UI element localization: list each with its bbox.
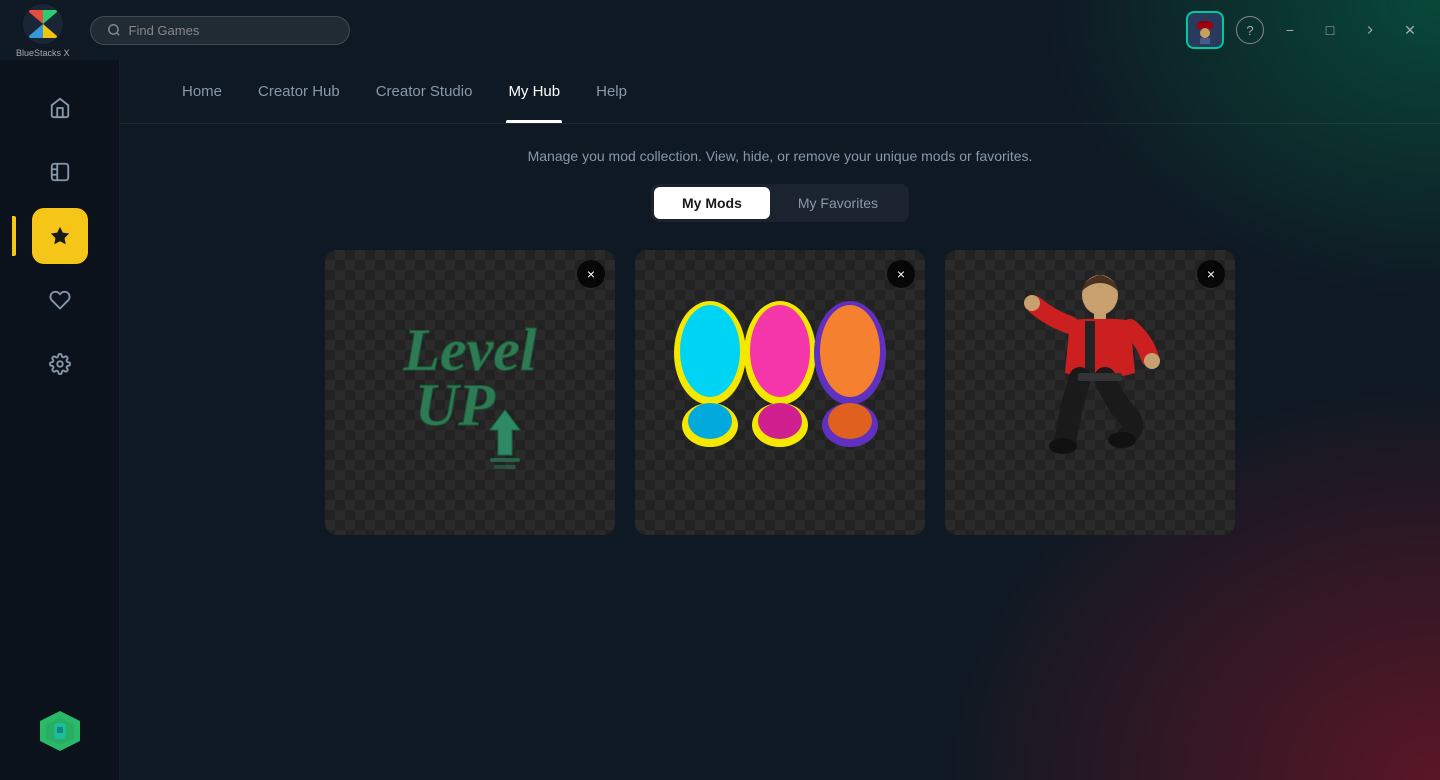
titlebar: BlueStacks X ? − <box>0 0 1440 60</box>
search-bar[interactable] <box>90 16 350 45</box>
sidebar-item-favorites[interactable] <box>32 272 88 328</box>
tab-help[interactable]: Help <box>594 60 629 123</box>
colorful-marks-graphic <box>650 273 910 513</box>
mod-card-1-content: Level UP <box>325 250 615 535</box>
home-icon <box>49 97 71 119</box>
my-mods-toggle[interactable]: My Mods <box>654 187 770 219</box>
sidebar-item-settings[interactable] <box>32 336 88 392</box>
titlebar-left: BlueStacks X <box>16 2 350 58</box>
logo-area: BlueStacks X <box>16 2 70 58</box>
tab-my-hub[interactable]: My Hub <box>506 60 562 123</box>
mod-card-3: × <box>945 250 1235 535</box>
tab-creator-studio[interactable]: Creator Studio <box>374 60 475 123</box>
sidebar-item-home[interactable] <box>32 80 88 136</box>
heart-icon <box>49 289 71 311</box>
navigate-button[interactable] <box>1356 16 1384 44</box>
my-favorites-toggle[interactable]: My Favorites <box>770 187 906 219</box>
mod-close-button-2[interactable]: × <box>887 260 915 288</box>
main-content: Home Creator Hub Creator Studio My Hub H… <box>120 60 1440 780</box>
avatar-image <box>1190 15 1220 45</box>
nav-tabs: Home Creator Hub Creator Studio My Hub H… <box>120 60 1440 124</box>
search-icon <box>107 23 121 37</box>
sidebar-item-hub[interactable] <box>32 208 88 264</box>
sidebar-item-library[interactable] <box>32 144 88 200</box>
help-button[interactable]: ? <box>1236 16 1264 44</box>
mod-close-button-1[interactable]: × <box>577 260 605 288</box>
library-icon <box>49 161 71 183</box>
mod-card-2-content <box>635 250 925 535</box>
content-area: Manage you mod collection. View, hide, o… <box>120 124 1440 780</box>
sidebar <box>0 60 120 780</box>
toggle-group: My Mods My Favorites <box>651 184 909 222</box>
content-subtitle: Manage you mod collection. View, hide, o… <box>528 148 1033 164</box>
star-icon <box>49 225 71 247</box>
bluestacks-bottom-logo <box>36 707 84 755</box>
search-input[interactable] <box>129 23 333 38</box>
tab-creator-hub[interactable]: Creator Hub <box>256 60 342 123</box>
maximize-button[interactable]: □ <box>1316 16 1344 44</box>
tab-home[interactable]: Home <box>180 60 224 123</box>
bluestacks-logo <box>21 2 65 46</box>
mod-close-button-3[interactable]: × <box>1197 260 1225 288</box>
sidebar-bottom-logo <box>36 707 84 760</box>
level-up-graphic: Level UP <box>360 290 580 490</box>
svg-text:UP: UP <box>415 372 496 438</box>
mod-card-1: × Level UP <box>325 250 615 535</box>
settings-icon <box>49 353 71 375</box>
level-up-content: Level UP <box>340 270 600 515</box>
dancing-figure-graphic <box>990 263 1190 523</box>
minimize-button[interactable]: − <box>1276 16 1304 44</box>
mod-card-2: × <box>635 250 925 535</box>
titlebar-right: ? − □ ✕ <box>1186 11 1424 49</box>
mods-grid: × Level UP <box>180 250 1380 535</box>
game-avatar[interactable] <box>1186 11 1224 49</box>
close-button[interactable]: ✕ <box>1396 16 1424 44</box>
mod-card-3-content <box>945 250 1235 535</box>
navigate-icon <box>1363 23 1377 37</box>
app-name-label: BlueStacks X <box>16 48 70 58</box>
